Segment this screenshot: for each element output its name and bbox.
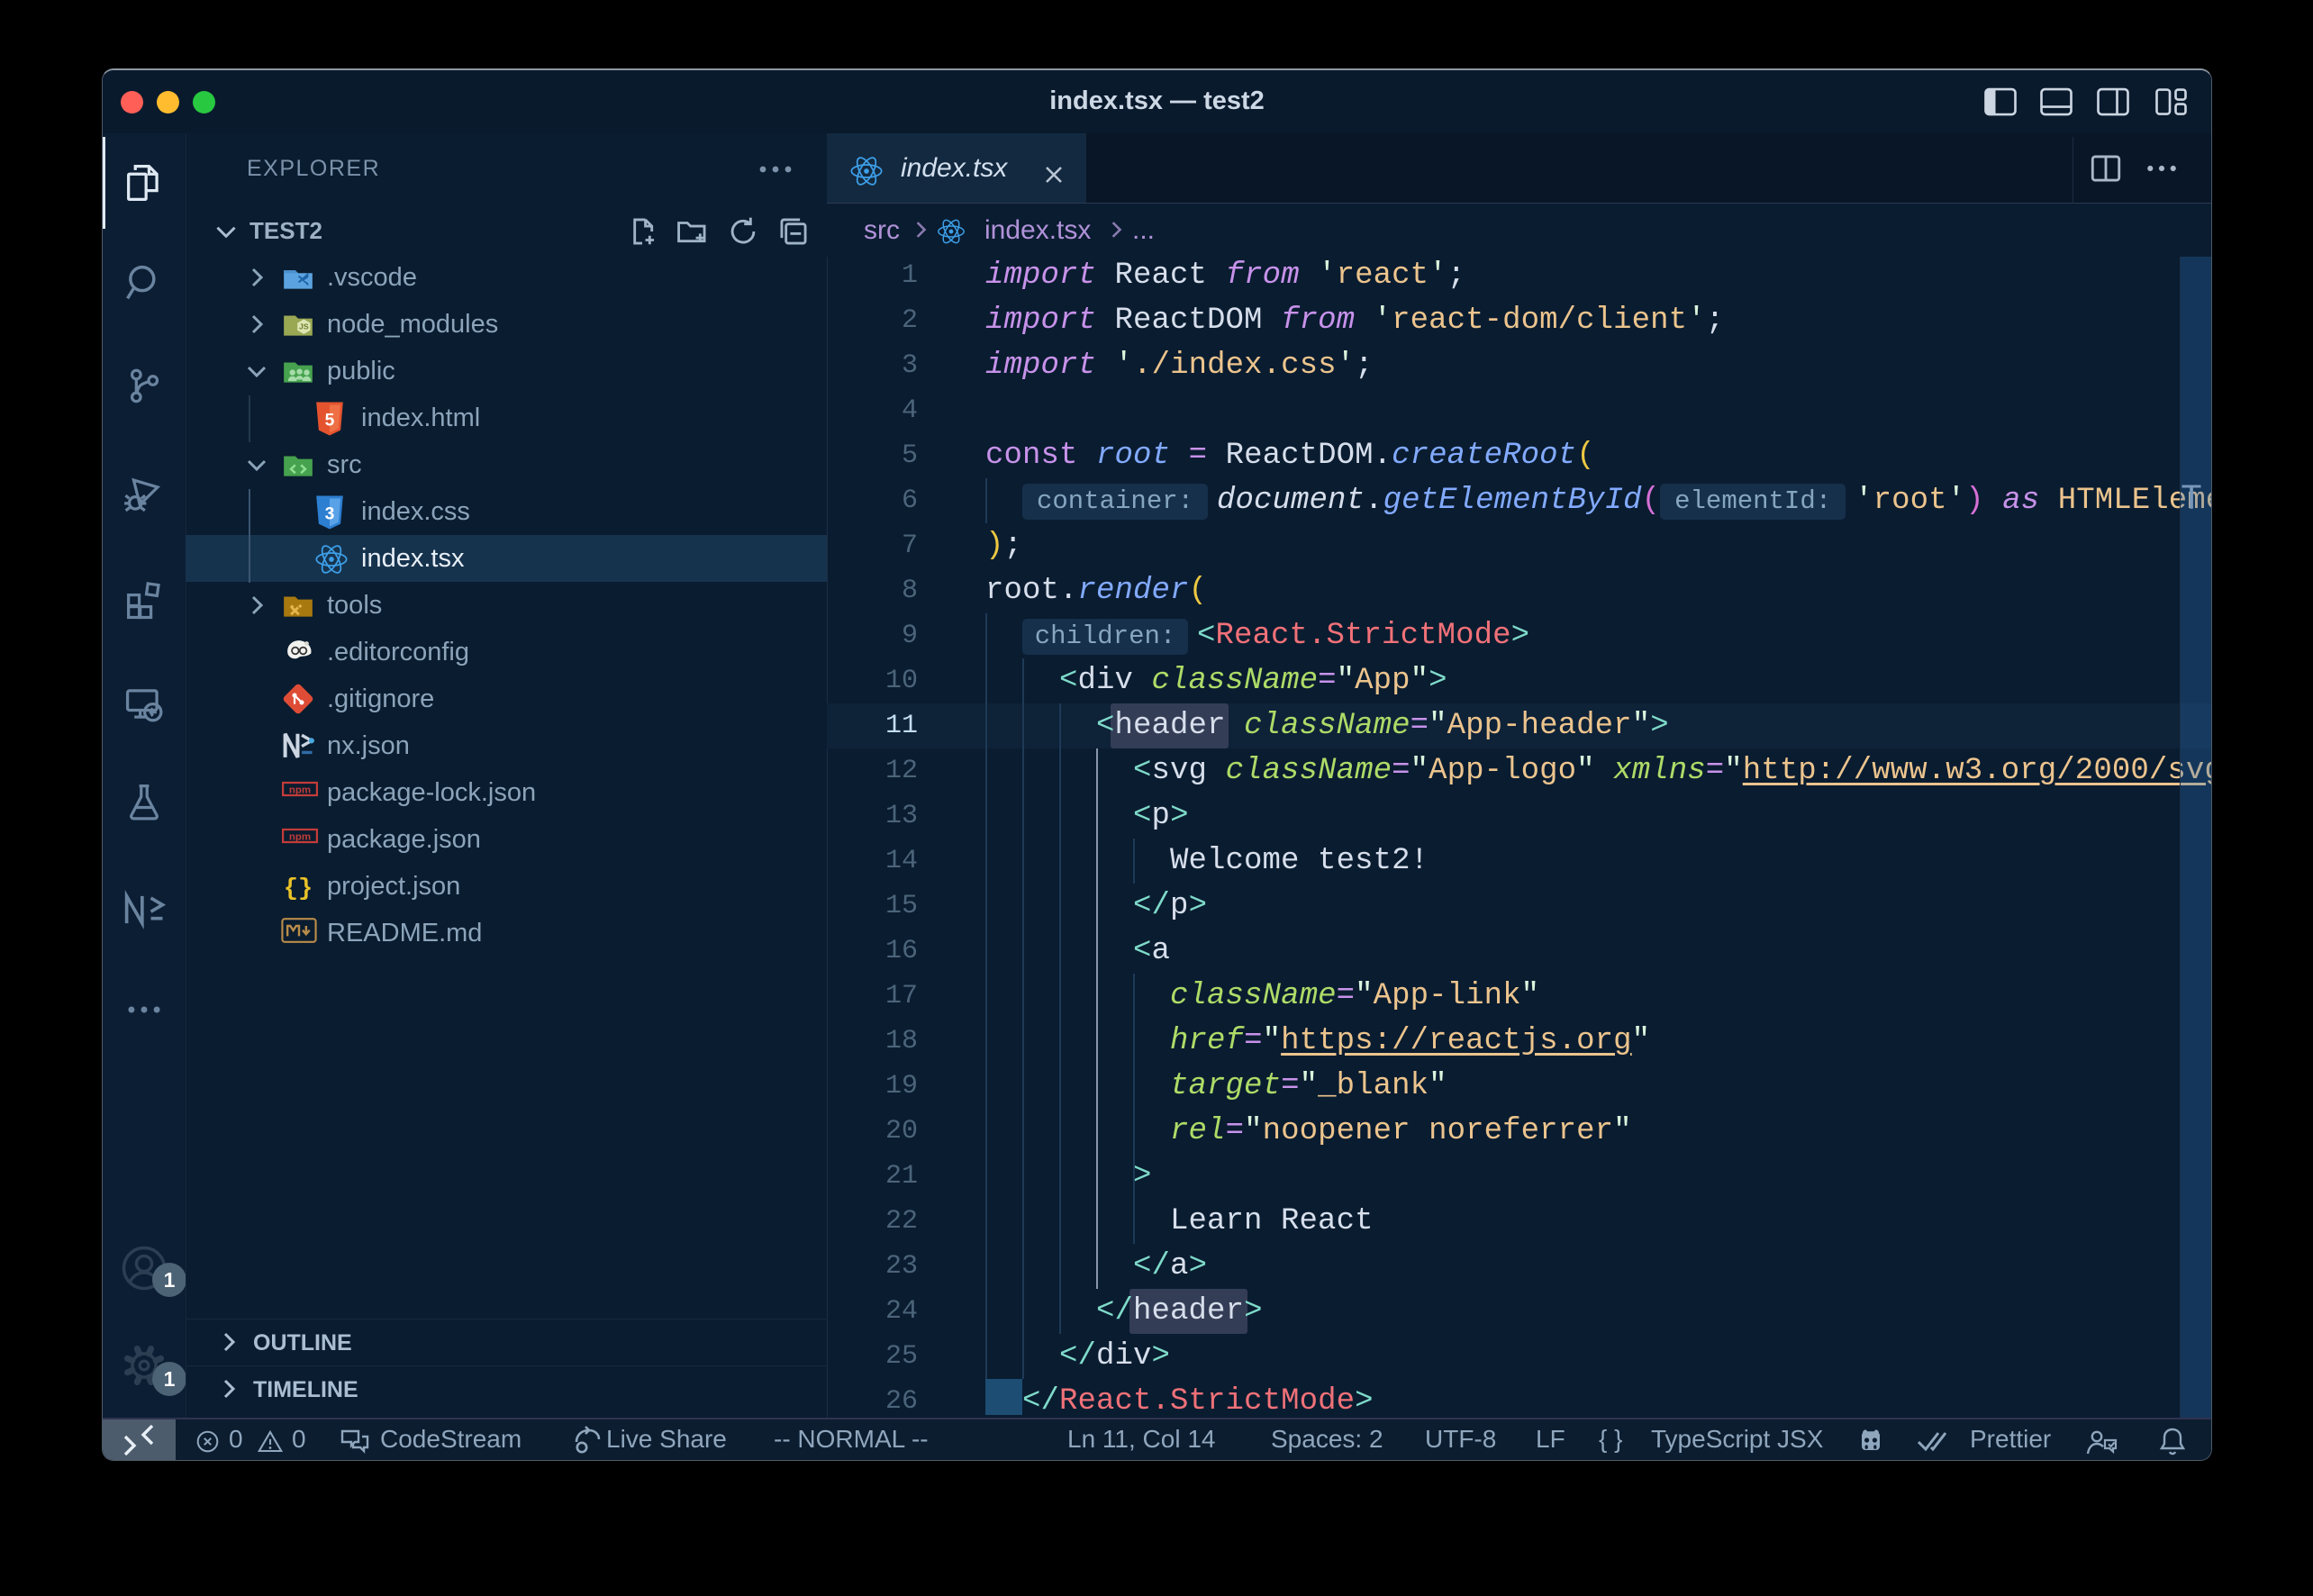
svg-text:JS: JS xyxy=(299,322,309,331)
svg-text:3: 3 xyxy=(325,504,335,523)
svg-text:npm: npm xyxy=(289,784,311,795)
svg-text:npm: npm xyxy=(289,831,311,842)
svg-text:{}: {} xyxy=(284,876,313,903)
svg-text:5: 5 xyxy=(325,411,335,430)
